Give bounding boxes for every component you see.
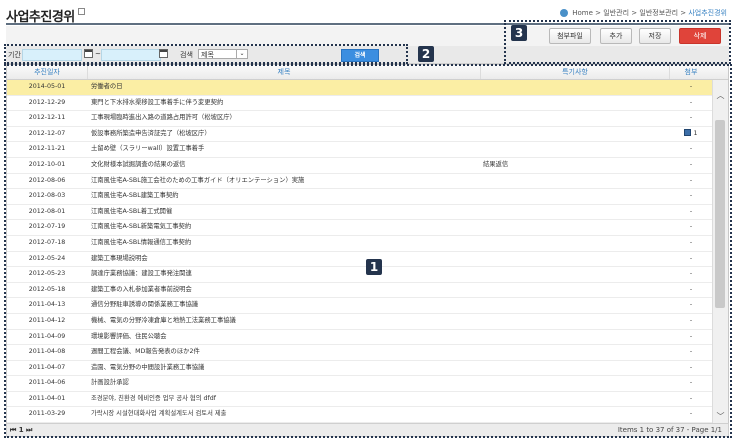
popup-icon[interactable] — [77, 8, 85, 15]
breadcrumb-sep: > — [680, 9, 687, 17]
home-icon — [560, 9, 569, 17]
marker-1: 1 — [366, 259, 382, 275]
marker-3: 3 — [511, 25, 527, 41]
breadcrumb-sep: > — [595, 9, 602, 17]
marker-2: 2 — [418, 46, 434, 62]
breadcrumb-level2[interactable]: 일반정보관리 — [639, 9, 678, 17]
annotation-box-search — [4, 44, 408, 64]
breadcrumb: Home > 일반관리 > 일반정보관리 > 사업추진경위 — [560, 8, 727, 18]
annotation-box-grid — [4, 64, 732, 438]
breadcrumb-home[interactable]: Home — [572, 9, 593, 17]
breadcrumb-current: 사업추진경위 — [688, 9, 727, 17]
annotation-box-toolbar — [504, 20, 731, 64]
breadcrumb-level1[interactable]: 일반관리 — [603, 9, 629, 17]
breadcrumb-sep: > — [631, 9, 638, 17]
